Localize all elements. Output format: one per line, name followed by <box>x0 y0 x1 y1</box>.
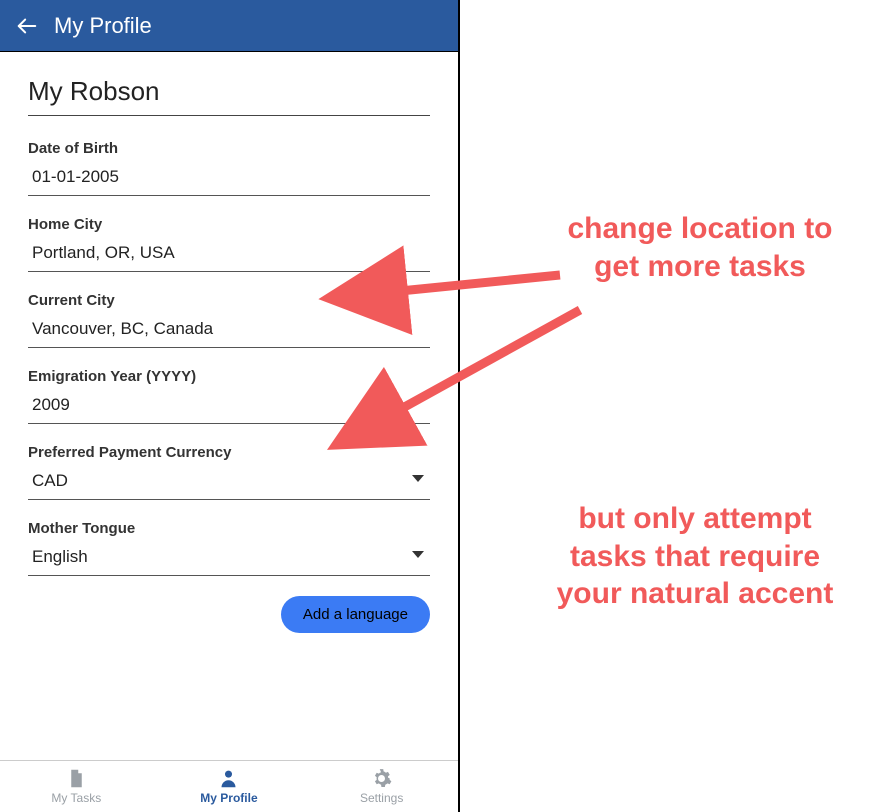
tongue-value[interactable]: English <box>28 545 430 576</box>
nav-my-tasks[interactable]: My Tasks <box>1 768 152 805</box>
current-city-label: Current City <box>28 292 430 309</box>
tongue-label: Mother Tongue <box>28 520 430 537</box>
tongue-value-text: English <box>32 547 88 566</box>
nav-settings[interactable]: Settings <box>306 768 457 805</box>
emigration-label: Emigration Year (YYYY) <box>28 368 430 385</box>
current-city-field[interactable]: Current City Vancouver, BC, Canada <box>28 292 430 348</box>
chevron-down-icon <box>412 475 424 482</box>
nav-my-profile-label: My Profile <box>200 791 257 805</box>
annotation-text-2: but only attempt tasks that require your… <box>545 500 845 613</box>
document-icon <box>65 768 88 789</box>
chevron-down-icon <box>412 551 424 558</box>
username-heading: My Robson <box>28 76 430 107</box>
divider <box>28 115 430 116</box>
annotation-text-1: change location to get more tasks <box>555 210 845 285</box>
mother-tongue-field[interactable]: Mother Tongue English <box>28 520 430 576</box>
currency-label: Preferred Payment Currency <box>28 444 430 461</box>
profile-form: My Robson Date of Birth 01-01-2005 Home … <box>0 52 458 760</box>
add-language-button[interactable]: Add a language <box>281 596 430 633</box>
dob-label: Date of Birth <box>28 140 430 157</box>
person-icon <box>217 768 240 789</box>
emigration-value[interactable]: 2009 <box>28 393 430 424</box>
home-city-field[interactable]: Home City Portland, OR, USA <box>28 216 430 272</box>
home-city-value[interactable]: Portland, OR, USA <box>28 241 430 272</box>
page-title: My Profile <box>54 13 152 39</box>
currency-value-text: CAD <box>32 471 68 490</box>
add-language-row: Add a language <box>28 596 430 633</box>
current-city-value[interactable]: Vancouver, BC, Canada <box>28 317 430 348</box>
home-city-label: Home City <box>28 216 430 233</box>
emigration-year-field[interactable]: Emigration Year (YYYY) 2009 <box>28 368 430 424</box>
nav-settings-label: Settings <box>360 791 403 805</box>
nav-my-profile[interactable]: My Profile <box>153 768 304 805</box>
bottom-nav: My Tasks My Profile Settings <box>0 760 458 812</box>
app-header: My Profile <box>0 0 458 52</box>
dob-field[interactable]: Date of Birth 01-01-2005 <box>28 140 430 196</box>
dob-value[interactable]: 01-01-2005 <box>28 165 430 196</box>
currency-value[interactable]: CAD <box>28 469 430 500</box>
currency-field[interactable]: Preferred Payment Currency CAD <box>28 444 430 500</box>
back-arrow-icon[interactable] <box>16 15 38 37</box>
phone-frame: My Profile My Robson Date of Birth 01-01… <box>0 0 460 812</box>
gear-icon <box>370 768 393 789</box>
nav-my-tasks-label: My Tasks <box>51 791 101 805</box>
